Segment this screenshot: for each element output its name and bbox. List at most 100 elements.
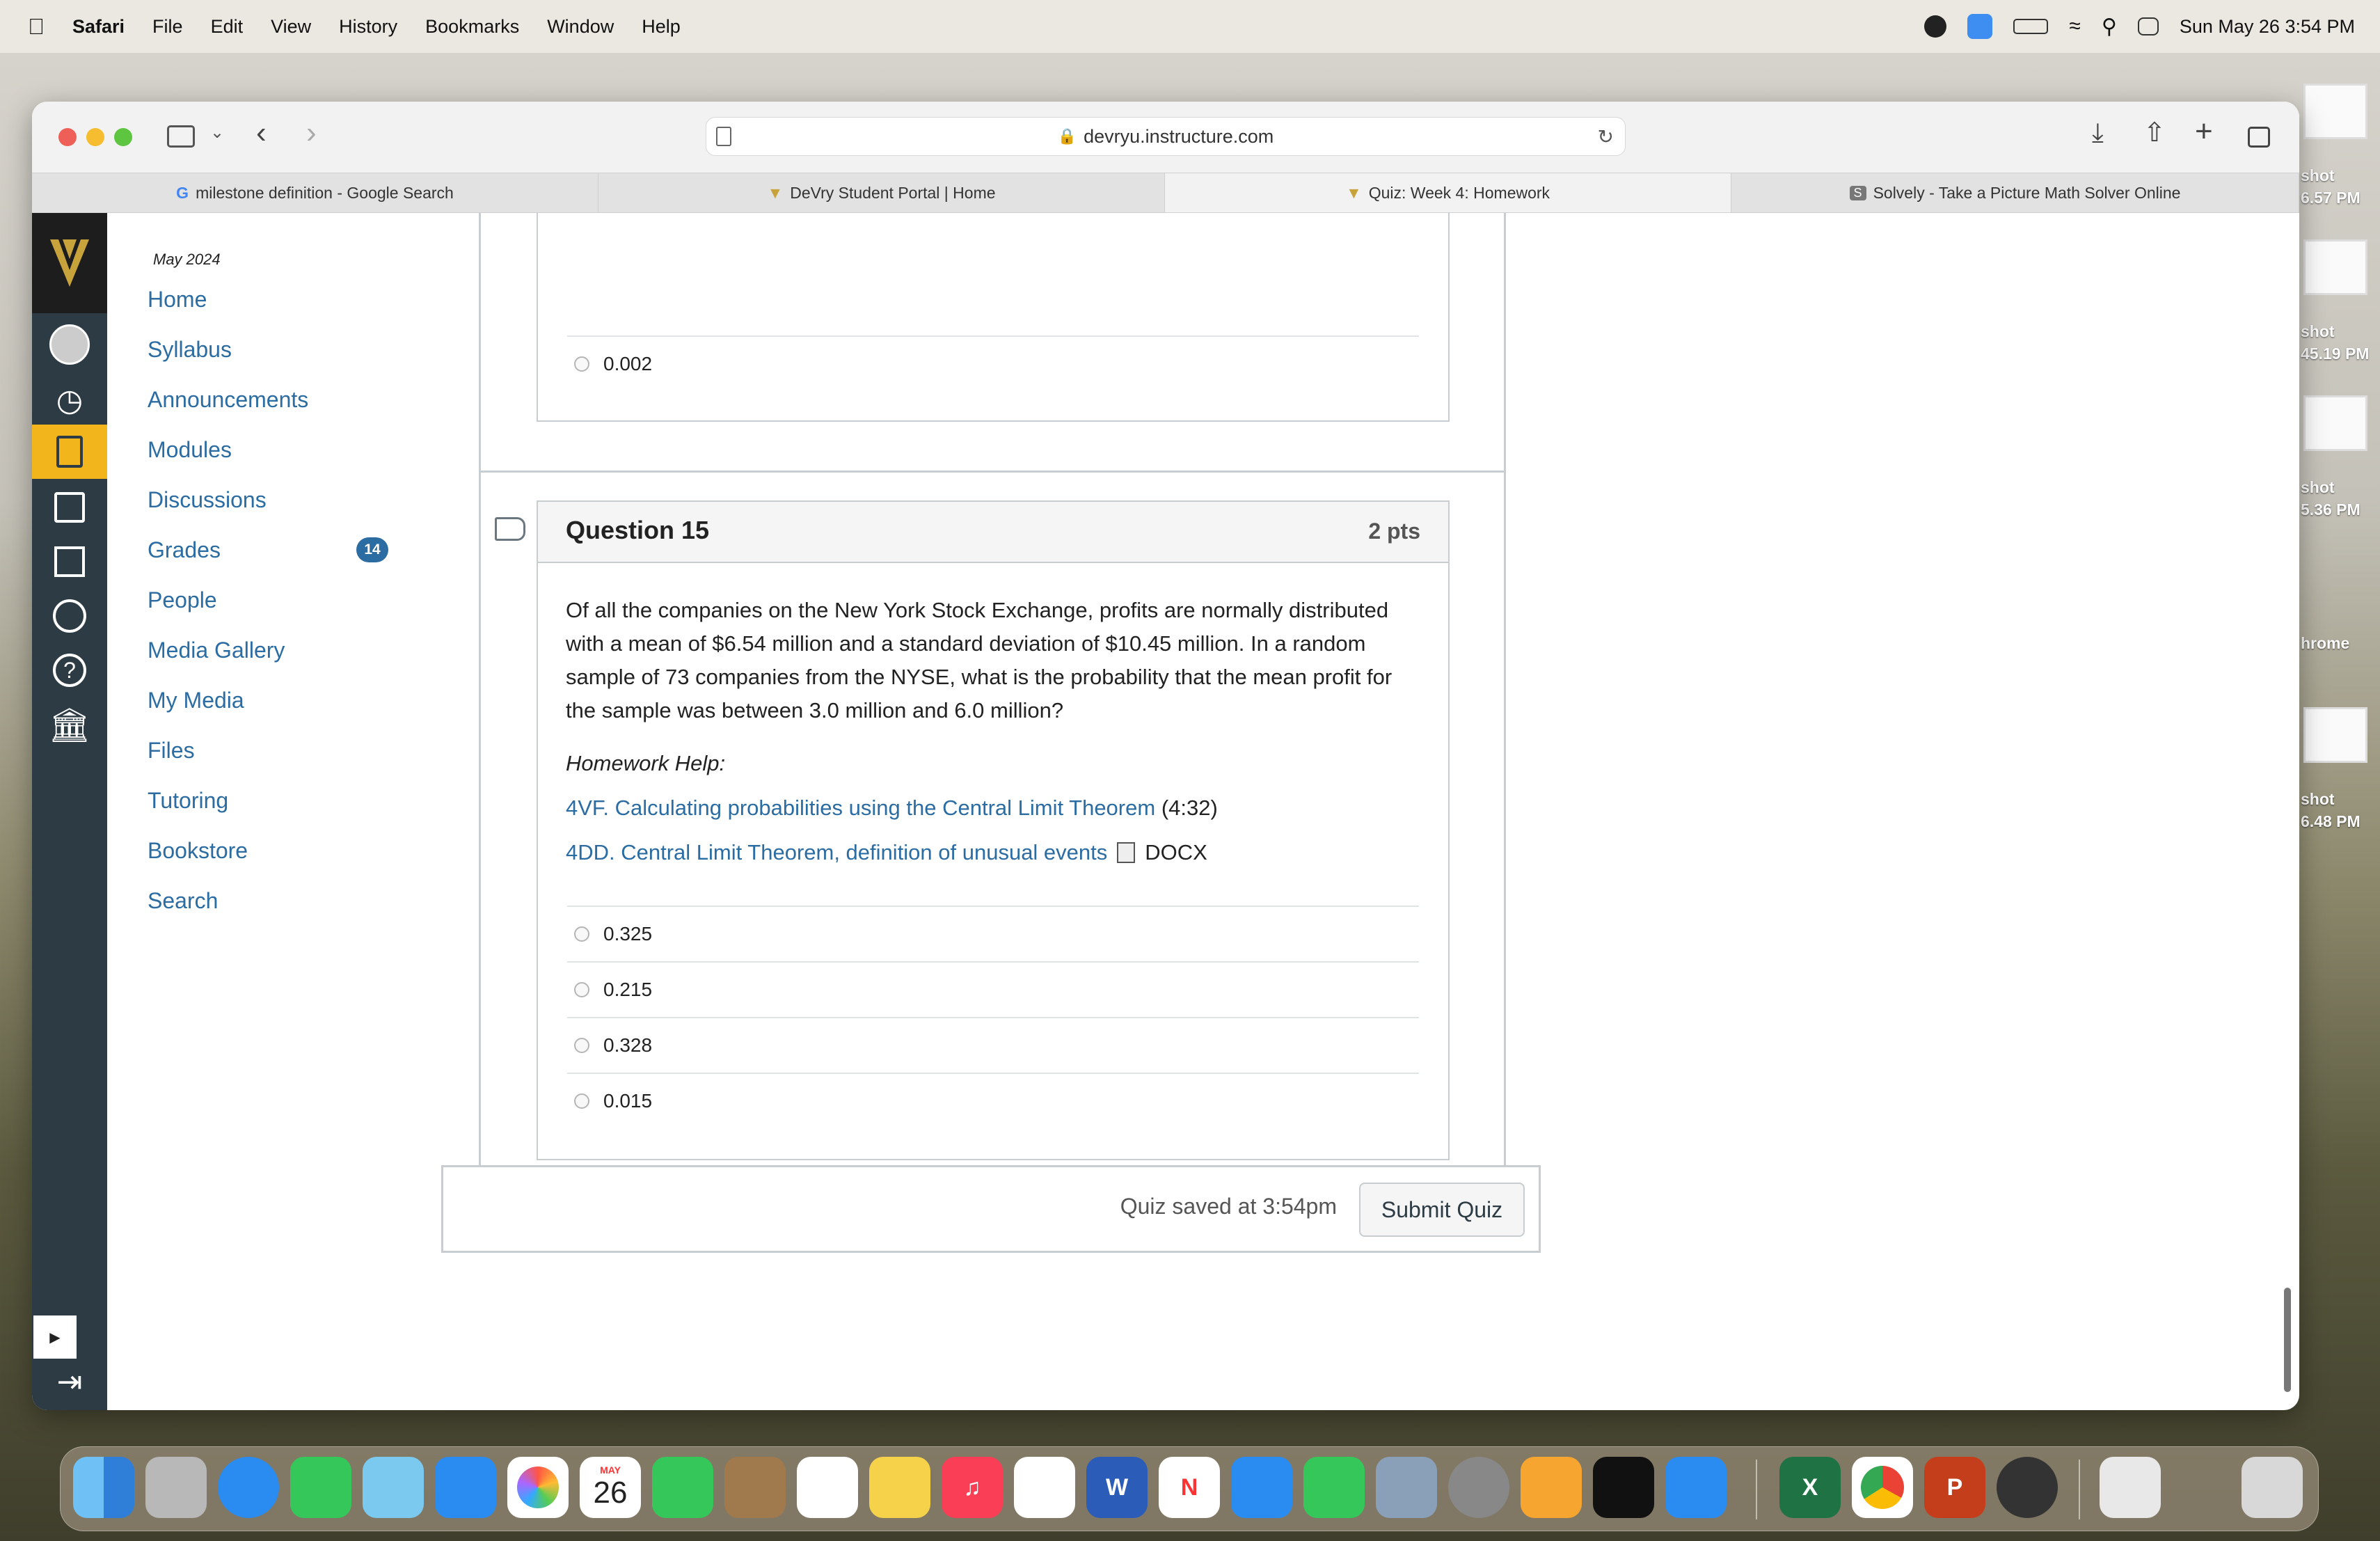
battery-icon[interactable] — [2013, 19, 2049, 34]
course-nav-syllabus[interactable]: Syllabus — [148, 337, 232, 363]
word-icon[interactable]: W — [1086, 1457, 1148, 1518]
course-nav-announcements[interactable]: Announcements — [148, 387, 308, 413]
desktop-file-icon[interactable] — [2303, 707, 2367, 763]
radio-button[interactable] — [574, 1093, 589, 1109]
chrome-icon[interactable] — [1852, 1457, 1913, 1518]
url-text[interactable]: devryu.instructure.com — [1084, 126, 1274, 148]
desktop-file-label[interactable]: shot 6.48 PM — [2301, 788, 2361, 832]
tab-google-search[interactable]: G milestone definition - Google Search — [32, 173, 598, 212]
menu-view[interactable]: View — [257, 16, 325, 38]
help-video-link[interactable]: 4VF. Calculating probabilities using the… — [566, 796, 1155, 820]
menu-edit[interactable]: Edit — [197, 16, 257, 38]
photos-icon[interactable] — [507, 1457, 569, 1518]
excel-icon[interactable]: X — [1779, 1457, 1841, 1518]
safari-icon[interactable] — [218, 1457, 279, 1518]
news-icon[interactable]: N — [1159, 1457, 1220, 1518]
menu-app-name[interactable]: Safari — [58, 16, 138, 38]
numbers-icon[interactable] — [1303, 1457, 1365, 1518]
inbox-icon[interactable] — [32, 535, 107, 589]
course-nav-search[interactable]: Search — [148, 888, 218, 914]
dashboard-icon[interactable]: ◷ — [32, 373, 107, 427]
zoom-window-button[interactable] — [114, 128, 132, 146]
address-bar[interactable]: 🔒 devryu.instructure.com ↻ — [706, 117, 1626, 156]
reminders-icon[interactable] — [797, 1457, 858, 1518]
desktop-file-label[interactable]: shot 5.36 PM — [2301, 476, 2361, 521]
answer-option[interactable]: 0.015 — [567, 1073, 1419, 1128]
grammarly-icon[interactable] — [1924, 15, 1947, 38]
course-nav-files[interactable]: Files — [148, 738, 195, 764]
screenshot-app-icon[interactable] — [1997, 1457, 2058, 1518]
submit-quiz-button[interactable]: Submit Quiz — [1359, 1183, 1525, 1237]
document-preview-icon[interactable] — [1117, 842, 1136, 863]
menu-file[interactable]: File — [138, 16, 197, 38]
help-doc-link[interactable]: 4DD. Central Limit Theorem, definition o… — [566, 840, 1107, 865]
minimize-window-button[interactable] — [86, 128, 104, 146]
desktop-file-label[interactable]: shot 6.57 PM — [2301, 164, 2361, 209]
calendar-app-icon[interactable]: MAY 26 — [580, 1457, 641, 1518]
radio-button[interactable] — [574, 356, 589, 372]
share-icon[interactable]: ⇧ — [2143, 117, 2166, 148]
mail-icon[interactable] — [435, 1457, 496, 1518]
answer-option[interactable]: 0.002 — [567, 335, 1419, 391]
menu-help[interactable]: Help — [628, 16, 695, 38]
course-nav-people[interactable]: People — [148, 587, 217, 613]
desktop-file-label[interactable]: shot 45.19 PM — [2301, 320, 2369, 365]
apple-tv-icon[interactable] — [1593, 1457, 1654, 1518]
app-status-icon[interactable] — [1967, 14, 1993, 39]
downloads-icon[interactable]: ⤓ — [2092, 118, 2104, 148]
expand-nav-button[interactable]: ▶ — [33, 1315, 77, 1359]
system-settings-icon[interactable] — [1448, 1457, 1509, 1518]
menu-window[interactable]: Window — [533, 16, 628, 38]
history-clock-icon[interactable] — [32, 589, 107, 643]
apple-menu-icon[interactable]:  — [0, 14, 58, 40]
chevron-down-icon[interactable]: ⌄ — [210, 123, 224, 143]
menu-clock[interactable]: Sun May 26 3:54 PM — [2180, 16, 2355, 38]
radio-button[interactable] — [574, 926, 589, 942]
app-store-icon[interactable] — [1665, 1457, 1727, 1518]
devry-logo[interactable] — [32, 213, 107, 313]
course-nav-media-gallery[interactable]: Media Gallery — [148, 638, 285, 663]
tab-quiz-active[interactable]: ▼ Quiz: Week 4: Homework — [1165, 173, 1731, 212]
pages-icon[interactable] — [1521, 1457, 1582, 1518]
messages-icon[interactable] — [290, 1457, 351, 1518]
new-tab-icon[interactable]: + — [2195, 114, 2213, 149]
desktop-file-icon[interactable] — [2303, 84, 2367, 139]
collapse-nav-icon[interactable]: ⇥ — [32, 1354, 107, 1409]
facetime-icon[interactable] — [652, 1457, 713, 1518]
sidebar-toggle-icon[interactable] — [167, 125, 195, 148]
answer-option[interactable]: 0.325 — [567, 906, 1419, 961]
course-nav-home[interactable]: Home — [148, 287, 207, 313]
recent-document-icon[interactable] — [2100, 1457, 2161, 1518]
page-info-icon[interactable] — [716, 127, 731, 146]
maps-icon[interactable] — [363, 1457, 424, 1518]
course-nav-my-media[interactable]: My Media — [148, 688, 244, 713]
course-nav-modules[interactable]: Modules — [148, 437, 232, 463]
wifi-icon[interactable]: ≈ — [2069, 15, 2080, 38]
answer-option[interactable]: 0.328 — [567, 1017, 1419, 1073]
finder-icon[interactable] — [73, 1457, 134, 1518]
control-center-icon[interactable] — [2137, 17, 2159, 35]
powerpoint-icon[interactable]: P — [1924, 1457, 1985, 1518]
music-icon[interactable]: ♫ — [942, 1457, 1003, 1518]
launchpad-icon[interactable] — [145, 1457, 207, 1518]
contacts-icon[interactable] — [724, 1457, 786, 1518]
menu-bookmarks[interactable]: Bookmarks — [411, 16, 533, 38]
page-scrollbar[interactable] — [2284, 1288, 2291, 1392]
institution-icon[interactable]: 🏛 — [32, 697, 107, 752]
close-window-button[interactable] — [58, 128, 77, 146]
course-nav-tutoring[interactable]: Tutoring — [148, 788, 228, 814]
radio-button[interactable] — [574, 982, 589, 997]
account-avatar-icon[interactable] — [32, 317, 107, 372]
freeform-icon[interactable] — [1014, 1457, 1075, 1518]
course-nav-grades[interactable]: Grades — [148, 537, 221, 563]
menu-history[interactable]: History — [325, 16, 411, 38]
trash-icon[interactable] — [2242, 1457, 2303, 1518]
preview-icon[interactable] — [1376, 1457, 1437, 1518]
course-nav-discussions[interactable]: Discussions — [148, 487, 267, 513]
flag-question-icon[interactable] — [495, 517, 525, 541]
radio-button[interactable] — [574, 1038, 589, 1053]
notes-icon[interactable] — [869, 1457, 930, 1518]
forward-button[interactable]: › — [306, 116, 317, 150]
courses-icon[interactable] — [32, 425, 107, 479]
desktop-file-label[interactable]: hrome — [2301, 632, 2349, 654]
